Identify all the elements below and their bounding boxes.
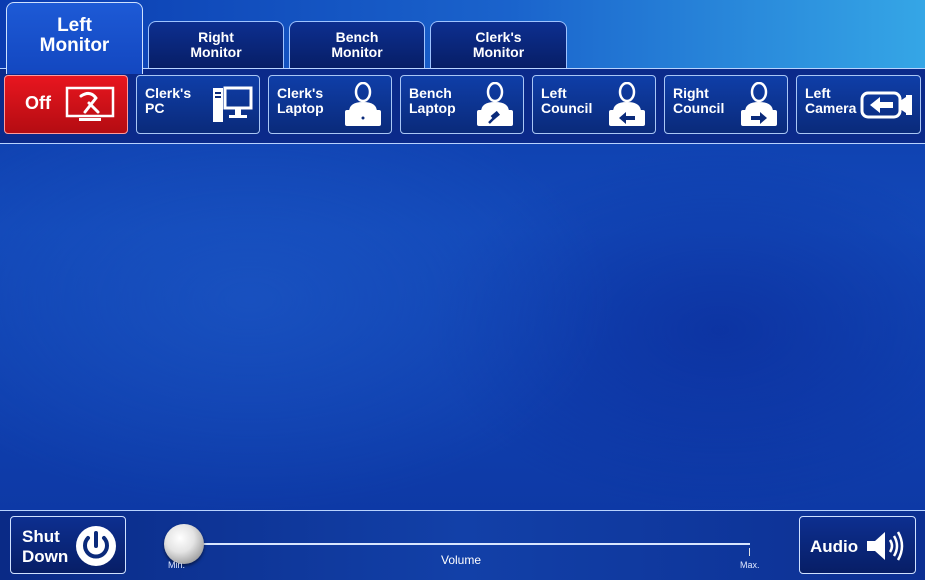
source-label-line2: PC [145, 100, 165, 116]
source-label-line1: Clerk's [145, 85, 192, 101]
tab-label-line2: Monitor [331, 44, 383, 60]
tab-right-monitor[interactable]: Right Monitor [148, 21, 284, 68]
tab-label-line2: Monitor [472, 44, 525, 60]
shutdown-label-line2: Down [22, 547, 69, 566]
tab-label-line2: Monitor [190, 44, 242, 60]
volume-label: Volume [441, 553, 482, 567]
volume-max-tick [749, 548, 750, 556]
source-label-line2: Camera [805, 100, 857, 116]
source-bar: Off Clerk's PC Clerk's Laptop Bench Laptop [0, 68, 925, 144]
source-clerks-pc[interactable]: Clerk's PC [136, 75, 260, 134]
source-label-wrap: Clerk's PC [145, 86, 215, 116]
source-label-line1: Bench [409, 85, 452, 101]
off-button[interactable]: Off [4, 75, 128, 134]
source-label-line2: Laptop [409, 100, 456, 116]
power-icon [76, 526, 116, 566]
source-label-wrap: Left Council [541, 86, 611, 116]
volume-max-label: Max. [740, 560, 760, 570]
audio-button[interactable]: Audio [799, 516, 916, 574]
source-left-camera[interactable]: Left Camera [796, 75, 921, 134]
volume-slider-track[interactable] [183, 543, 750, 545]
source-label-wrap: Bench Laptop [409, 86, 479, 116]
tab-label-line1: Left [57, 14, 92, 36]
tab-label-line1: Clerk's [475, 29, 522, 46]
desktop-pc-icon [213, 86, 253, 122]
audio-label: Audio [810, 537, 859, 556]
source-label-line1: Left [805, 85, 831, 101]
speaker-icon [867, 531, 904, 561]
source-label-wrap: Clerk's Laptop [277, 86, 347, 116]
tab-label-line1: Bench [335, 29, 379, 46]
person-right-arrow-icon [741, 82, 777, 126]
tab-left-monitor[interactable]: Left Monitor [6, 2, 143, 74]
source-label-line2: Laptop [277, 100, 324, 116]
source-label-line1: Left [541, 85, 567, 101]
tab-label-line1: Right [198, 29, 234, 46]
source-clerks-laptop[interactable]: Clerk's Laptop [268, 75, 392, 134]
shutdown-button[interactable]: Shut Down [10, 516, 126, 574]
tab-clerks-monitor[interactable]: Clerk's Monitor [430, 21, 567, 68]
source-left-council[interactable]: Left Council [532, 75, 656, 134]
camera-left-arrow-icon [860, 91, 912, 119]
shutdown-label-line1: Shut [22, 527, 60, 546]
tab-bench-monitor[interactable]: Bench Monitor [289, 21, 425, 68]
person-gavel-laptop-icon [477, 82, 513, 126]
source-label-wrap: Right Council [673, 86, 743, 116]
volume-slider-handle[interactable] [164, 524, 204, 564]
source-label-line1: Right [673, 85, 709, 101]
source-right-council[interactable]: Right Council [664, 75, 788, 134]
source-bench-laptop[interactable]: Bench Laptop [400, 75, 524, 134]
source-label-line2: Council [673, 100, 725, 116]
footer-bar [0, 510, 925, 580]
volume-min-label: Min. [168, 560, 186, 570]
source-label-line2: Council [541, 100, 593, 116]
source-label-line1: Clerk's [277, 85, 324, 101]
person-left-arrow-icon [609, 82, 645, 126]
tab-label-line2: Monitor [39, 34, 110, 56]
monitor-off-icon [65, 86, 115, 121]
shutdown-label: Shut Down [22, 527, 68, 567]
person-laptop-icon [345, 82, 381, 126]
